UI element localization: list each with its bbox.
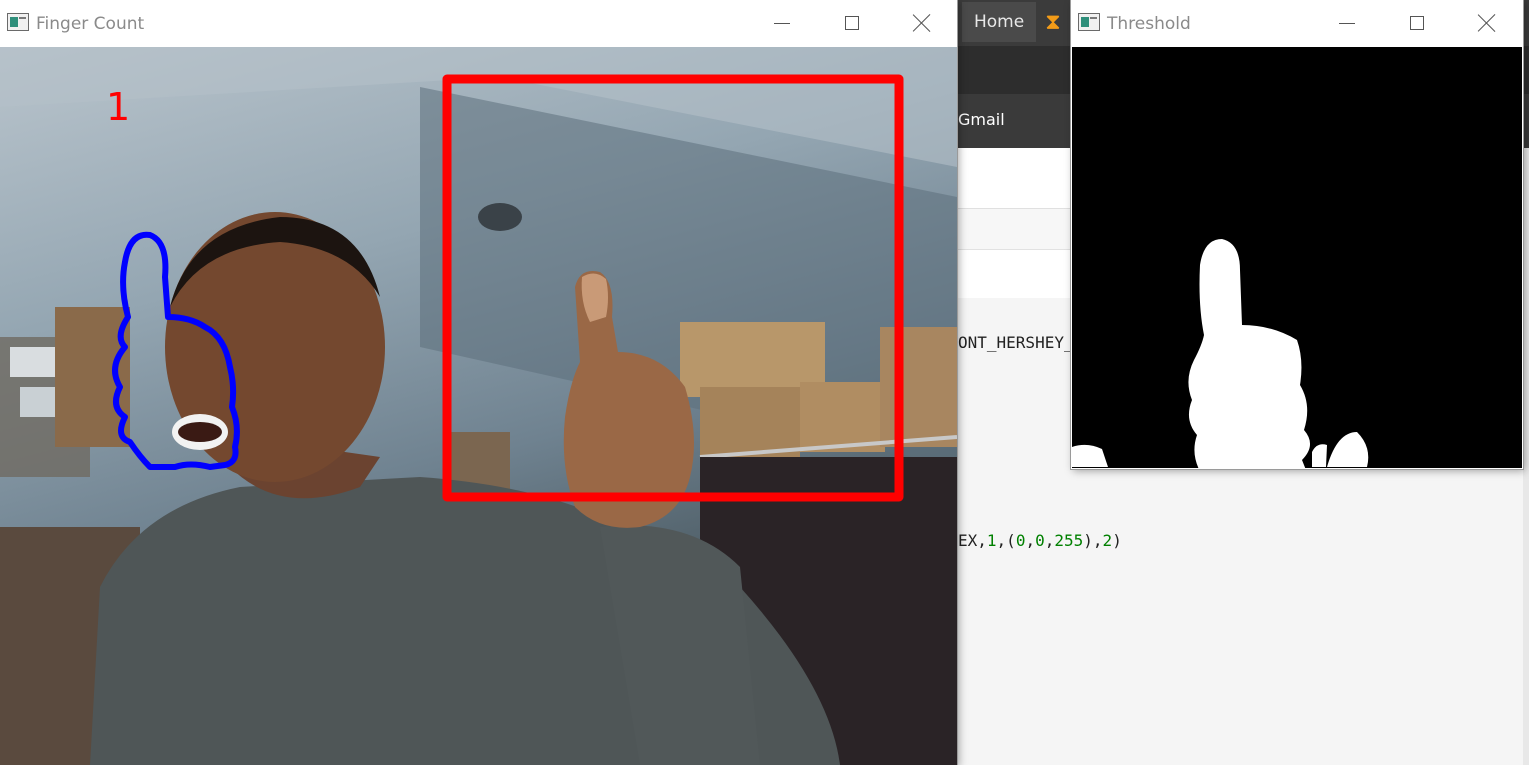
code-number: 2 xyxy=(1102,531,1113,550)
code-number: 0 xyxy=(1035,531,1045,550)
code-number: 255 xyxy=(1054,531,1084,550)
maximize-button[interactable] xyxy=(817,0,887,46)
code-token: , xyxy=(1025,531,1036,550)
code-token: ) xyxy=(1112,531,1122,550)
tab-home[interactable]: Home xyxy=(962,2,1036,42)
window-title: Finger Count xyxy=(36,14,145,34)
mask-shape xyxy=(1072,239,1369,468)
close-icon xyxy=(1478,14,1496,32)
minimize-button[interactable] xyxy=(747,0,817,46)
code-token: EX, xyxy=(958,531,987,550)
code-token: ,( xyxy=(996,531,1016,550)
minimize-icon xyxy=(774,22,790,24)
close-button[interactable] xyxy=(887,0,957,46)
code-line: ONT_HERSHEY_ xyxy=(958,333,1074,352)
maximize-icon xyxy=(1410,16,1424,30)
camera-frame: 1 xyxy=(0,47,957,765)
opencv-window-icon xyxy=(7,13,29,31)
code-line: EX,1,(0,0,255),2) xyxy=(958,531,1122,550)
finger-count-window[interactable]: Finger Count 1 xyxy=(0,0,957,765)
opencv-window-icon xyxy=(1078,13,1100,31)
camera-scene xyxy=(0,47,957,765)
hourglass-icon[interactable]: ⧗ xyxy=(1040,8,1066,38)
minimize-icon xyxy=(1339,22,1355,24)
title-bar[interactable]: Finger Count xyxy=(0,0,957,46)
code-number: 1 xyxy=(986,531,997,550)
bookmark-gmail[interactable]: Gmail xyxy=(958,94,1005,148)
minimize-button[interactable] xyxy=(1312,0,1382,46)
threshold-window[interactable]: Threshold xyxy=(1071,0,1523,469)
close-icon xyxy=(913,14,931,32)
threshold-mask xyxy=(1072,47,1522,468)
title-bar[interactable]: Threshold xyxy=(1071,0,1523,46)
maximize-button[interactable] xyxy=(1382,0,1452,46)
close-button[interactable] xyxy=(1452,0,1522,46)
code-token: , xyxy=(1044,531,1055,550)
scrollbar[interactable] xyxy=(1523,148,1529,765)
code-token: ), xyxy=(1083,531,1103,550)
maximize-icon xyxy=(845,16,859,30)
finger-count-label: 1 xyxy=(106,85,131,129)
window-title: Threshold xyxy=(1107,14,1191,34)
code-number: 0 xyxy=(1015,531,1026,550)
